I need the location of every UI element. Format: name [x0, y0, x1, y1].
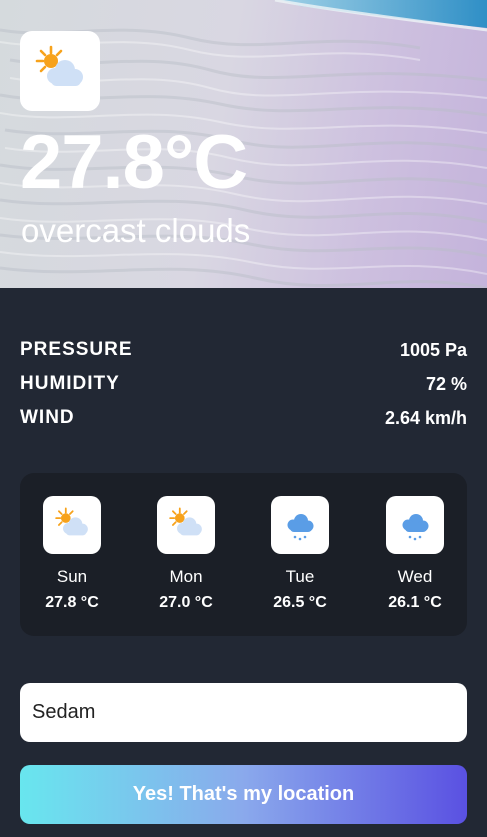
- weather-description: overcast clouds: [21, 212, 251, 249]
- forecast-icon-box: [386, 496, 444, 554]
- forecast-day-name: Wed: [397, 567, 433, 586]
- forecast-panel: Sun 27.8 °C Mon 27.0 °C Tue 26.5 °C Wed …: [20, 473, 467, 636]
- forecast-day-temp: 26.1 °C: [388, 594, 442, 611]
- forecast-day-name: Tue: [285, 567, 315, 586]
- forecast-day-tue: Tue 26.5 °C: [252, 496, 348, 613]
- forecast-icon-box: [157, 496, 215, 554]
- stat-row-humidity: HUMIDITY 72 %: [20, 367, 467, 401]
- forecast-day-wed: Wed 26.1 °C: [367, 496, 463, 613]
- forecast-day-mon: Mon 27.0 °C: [138, 496, 234, 613]
- sun-behind-cloud-icon: [35, 45, 83, 86]
- forecast-day-temp: 27.0 °C: [159, 594, 213, 611]
- current-weather-icon-box: [20, 31, 100, 111]
- sun-behind-cloud-icon: [55, 507, 88, 536]
- forecast-day-temp: 27.8 °C: [45, 594, 99, 611]
- forecast-day-name: Sun: [56, 567, 88, 586]
- forecast-icon-box: [43, 496, 101, 554]
- hero-banner: 27.8°C overcast clouds: [0, 0, 487, 288]
- current-temperature: 27.8°C: [20, 120, 248, 205]
- stat-label: PRESSURE: [20, 339, 133, 360]
- weather-stats: PRESSURE 1005 Pa HUMIDITY 72 % WIND 2.64…: [20, 333, 467, 435]
- stat-row-pressure: PRESSURE 1005 Pa: [20, 333, 467, 367]
- forecast-icon-box: [271, 496, 329, 554]
- forecast-day-temp: 26.5 °C: [273, 594, 327, 611]
- stat-row-wind: WIND 2.64 km/h: [20, 401, 467, 435]
- weather-app-screen: 27.8°C overcast clouds PRESSURE 1005 Pa …: [0, 0, 487, 837]
- confirm-location-button[interactable]: Yes! That's my location: [20, 765, 467, 824]
- sun-behind-cloud-icon: [169, 507, 202, 536]
- snow-cloud-icon: [402, 514, 429, 541]
- stat-label: WIND: [20, 407, 75, 428]
- stat-value: 2.64 km/h: [384, 407, 467, 428]
- stat-value: 72 %: [425, 373, 467, 394]
- stat-value: 1005 Pa: [399, 339, 467, 360]
- forecast-day-sun: Sun 27.8 °C: [24, 496, 120, 613]
- stat-label: HUMIDITY: [20, 373, 120, 394]
- snow-cloud-icon: [287, 514, 314, 541]
- forecast-day-name: Mon: [169, 567, 203, 586]
- location-input[interactable]: [20, 683, 467, 742]
